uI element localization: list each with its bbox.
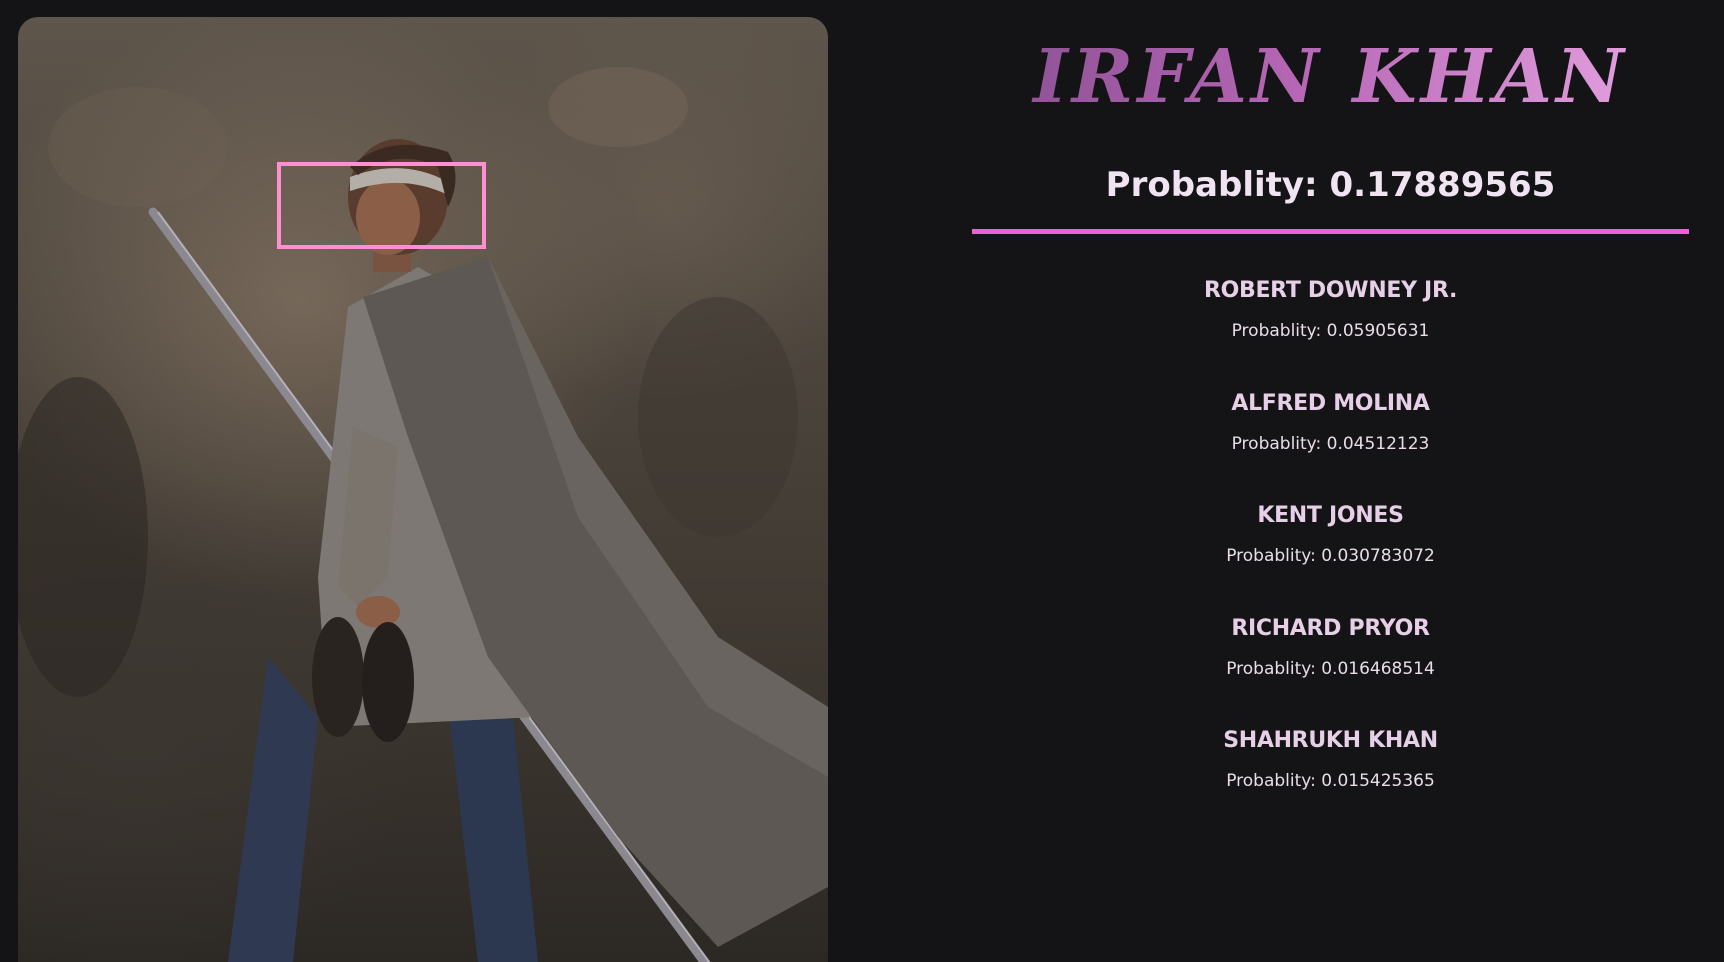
top-match-name: IRFAN KHAN — [972, 40, 1689, 114]
candidate-list: ROBERT DOWNEY JR. Probablity: 0.05905631… — [972, 276, 1689, 839]
candidate-item: RICHARD PRYOR Probablity: 0.016468514 — [972, 614, 1689, 727]
candidate-item: KENT JONES Probablity: 0.030783072 — [972, 501, 1689, 614]
page: IRFAN KHAN Probablity: 0.17889565 ROBERT… — [0, 0, 1724, 962]
candidate-probability: Probablity: 0.016468514 — [1226, 658, 1435, 679]
candidate-name: KENT JONES — [1257, 503, 1404, 528]
candidate-probability: Probablity: 0.05905631 — [1231, 321, 1430, 341]
photo-illustration — [18, 67, 828, 962]
candidate-name: ROBERT DOWNEY JR. — [1203, 278, 1458, 303]
detected-face-box — [277, 162, 486, 249]
candidate-item: ROBERT DOWNEY JR. Probablity: 0.05905631 — [972, 276, 1689, 389]
candidate-name: RICHARD PRYOR — [1231, 615, 1430, 641]
candidate-name: SHAHRUKH KHAN — [1223, 728, 1438, 753]
candidate-item: ALFRED MOLINA Probablity: 0.04512123 — [972, 389, 1689, 502]
candidate-probability: Probablity: 0.030783072 — [1226, 546, 1435, 566]
candidate-probability: Probablity: 0.04512123 — [1231, 433, 1430, 454]
results-panel: IRFAN KHAN Probablity: 0.17889565 ROBERT… — [972, 0, 1689, 962]
top-match-probability: Probablity: 0.17889565 — [1105, 165, 1556, 205]
candidate-name: ALFRED MOLINA — [1231, 390, 1430, 416]
candidate-item: SHAHRUKH KHAN Probablity: 0.015425365 — [972, 726, 1689, 839]
divider — [972, 229, 1689, 234]
uploaded-photo — [18, 17, 828, 962]
candidate-probability: Probablity: 0.015425365 — [1226, 771, 1435, 791]
